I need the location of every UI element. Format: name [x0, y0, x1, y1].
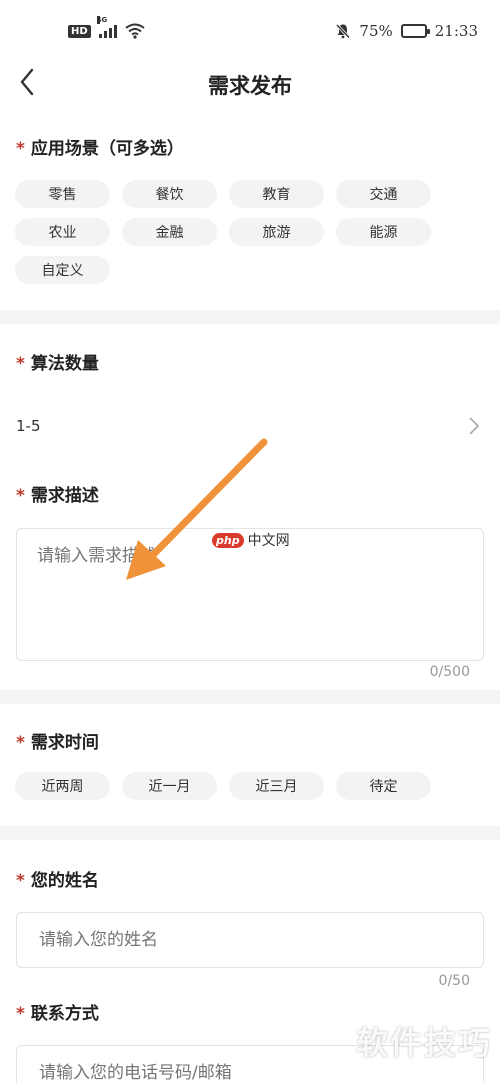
page-title: 需求发布 — [208, 74, 292, 98]
mute-icon — [336, 23, 351, 39]
time-option-two-weeks[interactable]: 近两周 — [15, 772, 110, 800]
description-counter: 0/500 — [429, 664, 470, 680]
time-label-text: 需求时间 — [30, 733, 99, 753]
algorithm-count-value: 1-5 — [16, 417, 41, 435]
section-divider — [0, 826, 500, 840]
battery-icon — [400, 24, 430, 38]
chevron-right-icon — [469, 417, 480, 435]
name-label-text: 您的姓名 — [30, 871, 99, 891]
required-mark: * — [16, 139, 25, 159]
required-mark: * — [16, 486, 25, 506]
scenario-tag-agriculture[interactable]: 农业 — [15, 218, 110, 246]
php-watermark-text: 中文网 — [247, 533, 290, 549]
algorithm-label: * 算法数量 — [16, 349, 99, 374]
time-option-three-months[interactable]: 近三月 — [229, 772, 324, 800]
algorithm-count-selector[interactable]: 1-5 — [16, 412, 480, 440]
contact-label-text: 联系方式 — [30, 1004, 99, 1024]
site-watermark: 软件技巧 — [355, 1024, 492, 1062]
description-label-text: 需求描述 — [30, 486, 99, 506]
scenario-tag-tourism[interactable]: 旅游 — [229, 218, 324, 246]
time-label: * 需求时间 — [16, 728, 99, 753]
required-mark: * — [16, 1004, 25, 1024]
status-left: HD 4G — [68, 16, 145, 39]
php-watermark: php 中文网 — [212, 530, 290, 550]
hd-icon: HD — [68, 24, 91, 38]
scenario-label: * 应用场景（可多选） — [16, 134, 184, 159]
description-label: * 需求描述 — [16, 481, 99, 506]
signal-icon: 4G — [96, 16, 117, 38]
wifi-icon — [125, 23, 145, 39]
status-right: 75% 21:33 — [335, 22, 478, 40]
scenario-tag-finance[interactable]: 金融 — [122, 218, 217, 246]
algorithm-label-text: 算法数量 — [30, 354, 99, 374]
clock: 21:33 — [434, 22, 478, 40]
scenario-tag-custom[interactable]: 自定义 — [15, 256, 110, 284]
section-divider — [0, 310, 500, 324]
time-option-one-month[interactable]: 近一月 — [122, 772, 217, 800]
battery-percent: 75% — [359, 22, 393, 40]
scenario-tag-education[interactable]: 教育 — [229, 180, 324, 208]
scenario-label-text: 应用场景（可多选） — [30, 139, 184, 159]
scenario-tag-catering[interactable]: 餐饮 — [122, 180, 217, 208]
required-mark: * — [16, 354, 25, 374]
required-mark: * — [16, 871, 25, 891]
name-label: * 您的姓名 — [16, 866, 99, 891]
scenario-tag-transport[interactable]: 交通 — [336, 180, 431, 208]
scenario-tag-energy[interactable]: 能源 — [336, 218, 431, 246]
php-logo: php — [212, 532, 244, 548]
status-bar: HD 4G 75% 21:33 — [0, 0, 500, 62]
scenario-tag-retail[interactable]: 零售 — [15, 180, 110, 208]
section-divider — [0, 690, 500, 704]
network-type-label: 4G — [96, 16, 108, 24]
name-input[interactable] — [16, 912, 484, 968]
name-counter: 0/50 — [438, 973, 470, 989]
required-mark: * — [16, 733, 25, 753]
nav-bar: 需求发布 — [0, 62, 500, 104]
contact-label: * 联系方式 — [16, 999, 99, 1024]
time-option-tbd[interactable]: 待定 — [336, 772, 431, 800]
